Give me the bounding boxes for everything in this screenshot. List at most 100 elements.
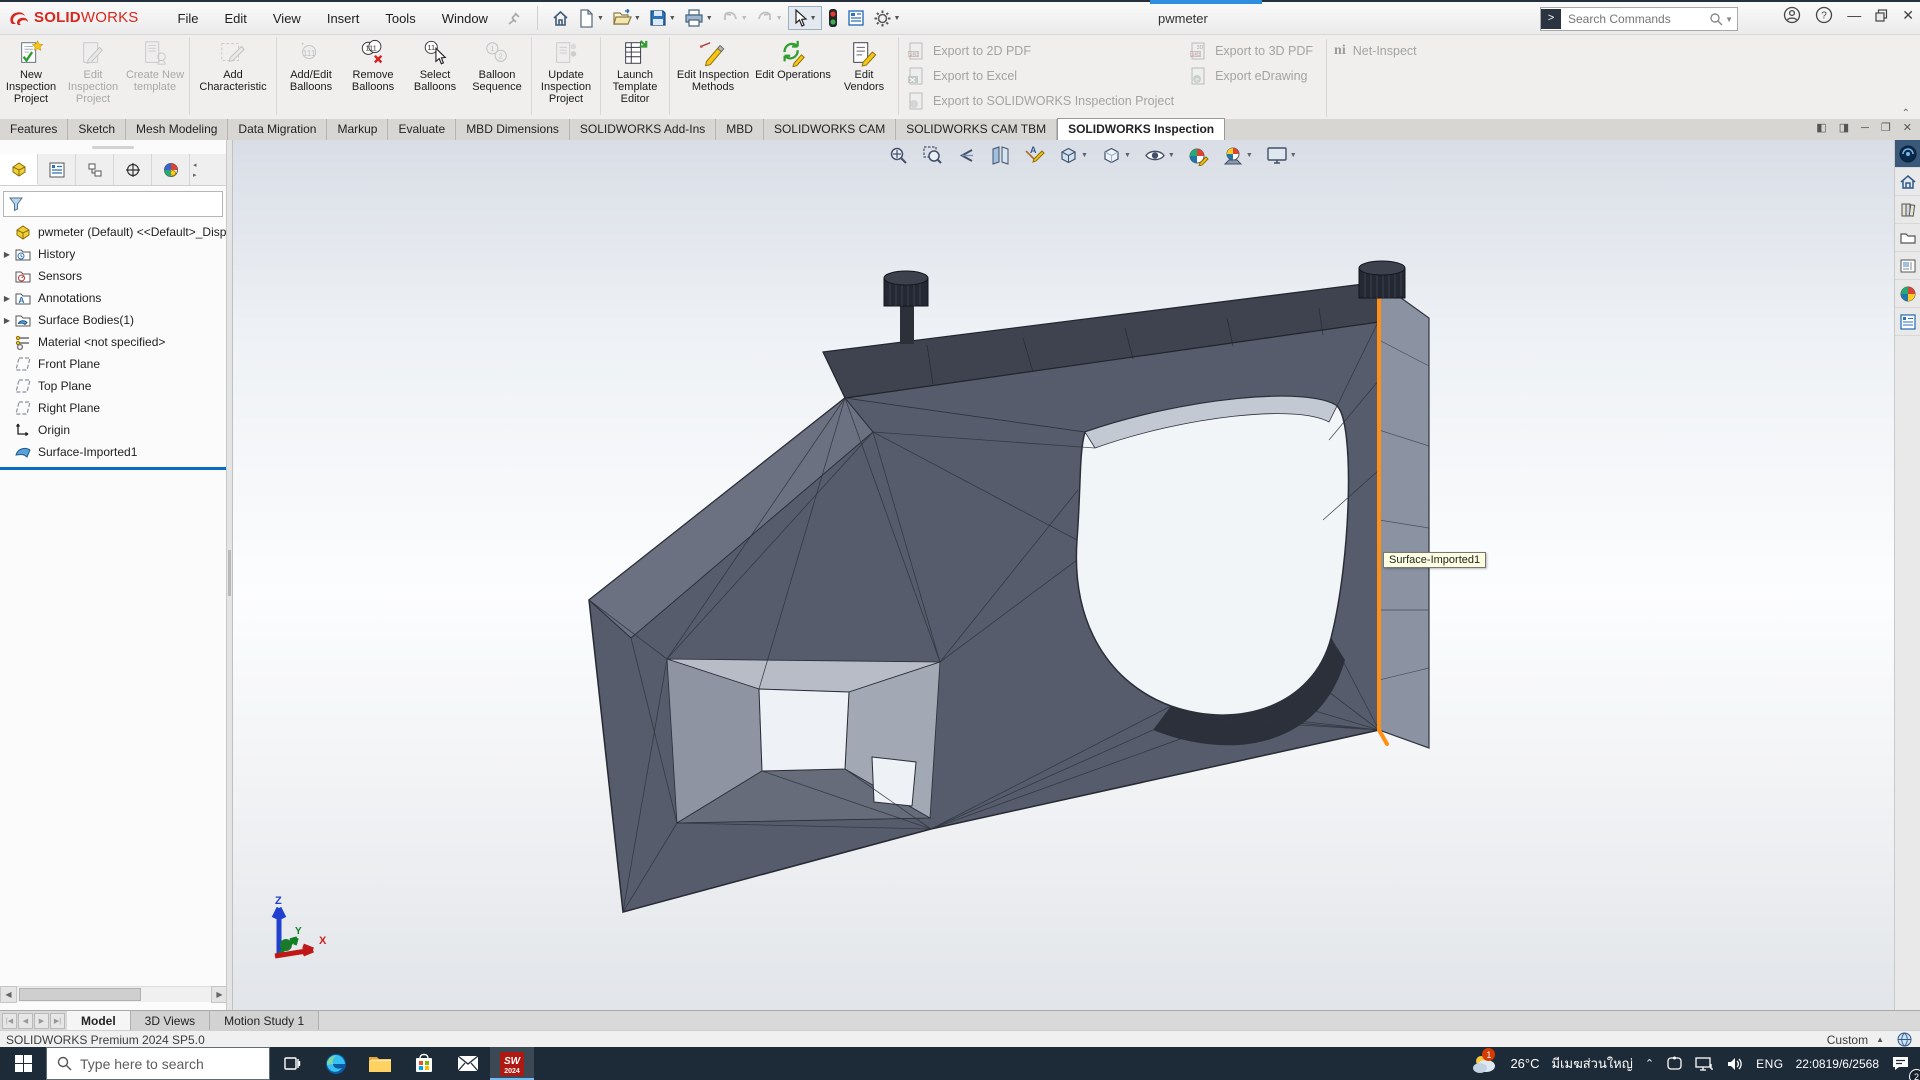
language-indicator[interactable]: ENG [1750, 1047, 1790, 1080]
print-dropdown[interactable]: ▼ [706, 15, 713, 22]
search-commands-box[interactable]: > Search Commands ▼ [1540, 7, 1738, 31]
configuration-manager-tab[interactable] [76, 154, 114, 185]
section-view-icon[interactable] [990, 145, 1011, 166]
view-orientation-dropdown[interactable]: ▼ [1081, 152, 1088, 159]
menu-window[interactable]: Window [429, 5, 501, 32]
tree-root[interactable]: pwmeter (Default) <<Default>_Display [0, 221, 226, 243]
remove-balloons-button[interactable]: 111 Remove Balloons [342, 37, 404, 117]
zoom-to-fit-icon[interactable] [888, 145, 909, 166]
export-2d-pdf-item[interactable]: PDF Export to 2D PDF [902, 39, 1184, 62]
tree-item-annotations[interactable]: ▶ A Annotations [0, 287, 226, 309]
display-state-caret[interactable]: ▲ [1876, 1035, 1884, 1044]
tab-solidworks-add-ins[interactable]: SOLIDWORKS Add-Ins [570, 119, 716, 140]
export-excel-item[interactable]: Export to Excel [902, 64, 1184, 87]
open-dropdown[interactable]: ▼ [634, 15, 641, 22]
tab-motion-study-1[interactable]: Motion Study 1 [210, 1011, 319, 1031]
zoom-to-area-icon[interactable] [922, 145, 943, 166]
pane-left-icon[interactable]: ◧ [1816, 121, 1826, 134]
tree-item-front-plane[interactable]: Front Plane [0, 353, 226, 375]
custom-properties-tab[interactable] [1895, 308, 1920, 336]
tab-evaluate[interactable]: Evaluate [388, 119, 456, 140]
display-style-dropdown[interactable]: ▼ [1124, 152, 1131, 159]
print-button[interactable]: ▼ [681, 7, 716, 29]
open-button[interactable]: ▼ [609, 7, 644, 29]
tree-item-history[interactable]: ▶ History [0, 243, 226, 265]
ribbon-collapse-chevron[interactable]: ⌃ [1902, 108, 1910, 119]
expand-arrow-icon[interactable]: ▶ [0, 250, 14, 259]
add-characteristic-button[interactable]: Add Characteristic [193, 37, 273, 117]
close-button[interactable]: ✕ [1902, 7, 1914, 24]
status-globe-icon[interactable] [1897, 1032, 1912, 1047]
export-3d-pdf-item[interactable]: 3DPDF Export to 3D PDF [1184, 39, 1323, 62]
next-tab-button[interactable]: ▶ [34, 1013, 49, 1029]
tree-horizontal-scrollbar[interactable]: ◀ ▶ [0, 986, 227, 1002]
create-new-template-button[interactable]: Create New template [124, 37, 186, 117]
edit-inspection-project-button[interactable]: Edit Inspection Project [62, 37, 124, 117]
undo-button[interactable]: ▼ [718, 8, 751, 28]
tree-item-surface-bodies[interactable]: ▶ Surface Bodies(1) [0, 309, 226, 331]
edge-button[interactable] [314, 1047, 358, 1080]
temperature-text[interactable]: 26°C [1504, 1047, 1545, 1080]
tab-solidworks-cam-tbm[interactable]: SOLIDWORKS CAM TBM [896, 119, 1057, 140]
save-button[interactable]: ▼ [646, 7, 679, 29]
help-icon[interactable]: ? [1815, 6, 1833, 24]
previous-view-icon[interactable] [956, 145, 977, 166]
panel-grab-handle[interactable] [0, 140, 226, 154]
export-sw-inspection-project-item[interactable]: Export to SOLIDWORKS Inspection Project [902, 89, 1184, 112]
tab-data-migration[interactable]: Data Migration [228, 119, 327, 140]
network-display-icon[interactable] [1689, 1047, 1720, 1080]
start-button[interactable] [0, 1047, 46, 1080]
tree-item-origin[interactable]: Origin [0, 419, 226, 441]
menu-edit[interactable]: Edit [211, 5, 259, 32]
rollback-bar[interactable] [0, 467, 226, 470]
menu-tools[interactable]: Tools [372, 5, 428, 32]
view-orientation-icon[interactable]: ▼ [1058, 145, 1088, 166]
taskbar-search-box[interactable]: Type here to search [46, 1047, 270, 1080]
scroll-right-arrow[interactable]: ▶ [211, 986, 227, 1003]
doc-minimize-icon[interactable]: ─ [1861, 122, 1869, 134]
menu-file[interactable]: File [165, 5, 212, 32]
tab-3d-views[interactable]: 3D Views [131, 1011, 210, 1031]
minimize-button[interactable]: — [1847, 7, 1861, 23]
tree-item-surface-imported1[interactable]: Surface-Imported1 [0, 441, 226, 463]
select-tool-dropdown[interactable]: ▼ [810, 15, 817, 22]
login-user-icon[interactable] [1783, 6, 1801, 24]
scroll-left-arrow[interactable]: ◀ [0, 986, 17, 1003]
expand-arrow-icon[interactable]: ▶ [0, 294, 14, 303]
add-edit-balloons-button[interactable]: 111 Add/Edit Balloons [280, 37, 342, 117]
display-manager-tab[interactable] [152, 154, 190, 185]
first-tab-button[interactable]: |◀ [2, 1013, 17, 1029]
new-document-dropdown[interactable]: ▼ [597, 15, 604, 22]
view-settings-dropdown[interactable]: ▼ [1290, 152, 1297, 159]
weather-widget[interactable]: 1 [1466, 1047, 1504, 1080]
hide-show-annotations-icon[interactable]: A [1024, 145, 1045, 166]
apply-scene-dropdown[interactable]: ▼ [1246, 152, 1253, 159]
last-tab-button[interactable]: ▶| [50, 1013, 65, 1029]
feature-manager-tab[interactable] [0, 154, 38, 185]
net-inspect-item[interactable]: ni Net-Inspect [1330, 39, 1427, 62]
apply-scene-icon[interactable]: ▼ [1222, 145, 1253, 166]
tree-item-material[interactable]: Material <not specified> [0, 331, 226, 353]
search-magnifier-icon[interactable] [1707, 12, 1725, 26]
display-style-icon[interactable]: ▼ [1101, 145, 1131, 166]
task-view-button[interactable] [270, 1047, 314, 1080]
file-explorer-tab[interactable] [1895, 224, 1920, 252]
screen-cast-icon[interactable] [1660, 1047, 1689, 1080]
edit-vendors-button[interactable]: Edit Vendors [833, 37, 895, 117]
view-palette-tab[interactable] [1895, 252, 1920, 280]
edit-operations-button[interactable]: Edit Operations [753, 37, 833, 117]
tab-solidworks-inspection[interactable]: SOLIDWORKS Inspection [1057, 118, 1225, 141]
tab-markup[interactable]: Markup [327, 119, 388, 140]
rebuild-traffic-light-icon[interactable] [824, 6, 842, 30]
scrollbar-thumb[interactable] [19, 988, 141, 1001]
select-balloons-button[interactable]: 11 Select Balloons [404, 37, 466, 117]
dimxpert-manager-tab[interactable] [114, 154, 152, 185]
tab-solidworks-cam[interactable]: SOLIDWORKS CAM [764, 119, 896, 140]
property-manager-tab[interactable] [38, 154, 76, 185]
clock-widget[interactable]: 22:08 19/6/2568 [1790, 1047, 1885, 1080]
3dexperience-tab[interactable] [1895, 140, 1920, 168]
redo-dropdown[interactable]: ▼ [776, 15, 783, 22]
solidworks-resources-tab[interactable] [1895, 168, 1920, 196]
panel-tab-scroll-arrows[interactable]: ◂▸ [190, 154, 200, 185]
search-dropdown[interactable]: ▼ [1725, 15, 1737, 24]
